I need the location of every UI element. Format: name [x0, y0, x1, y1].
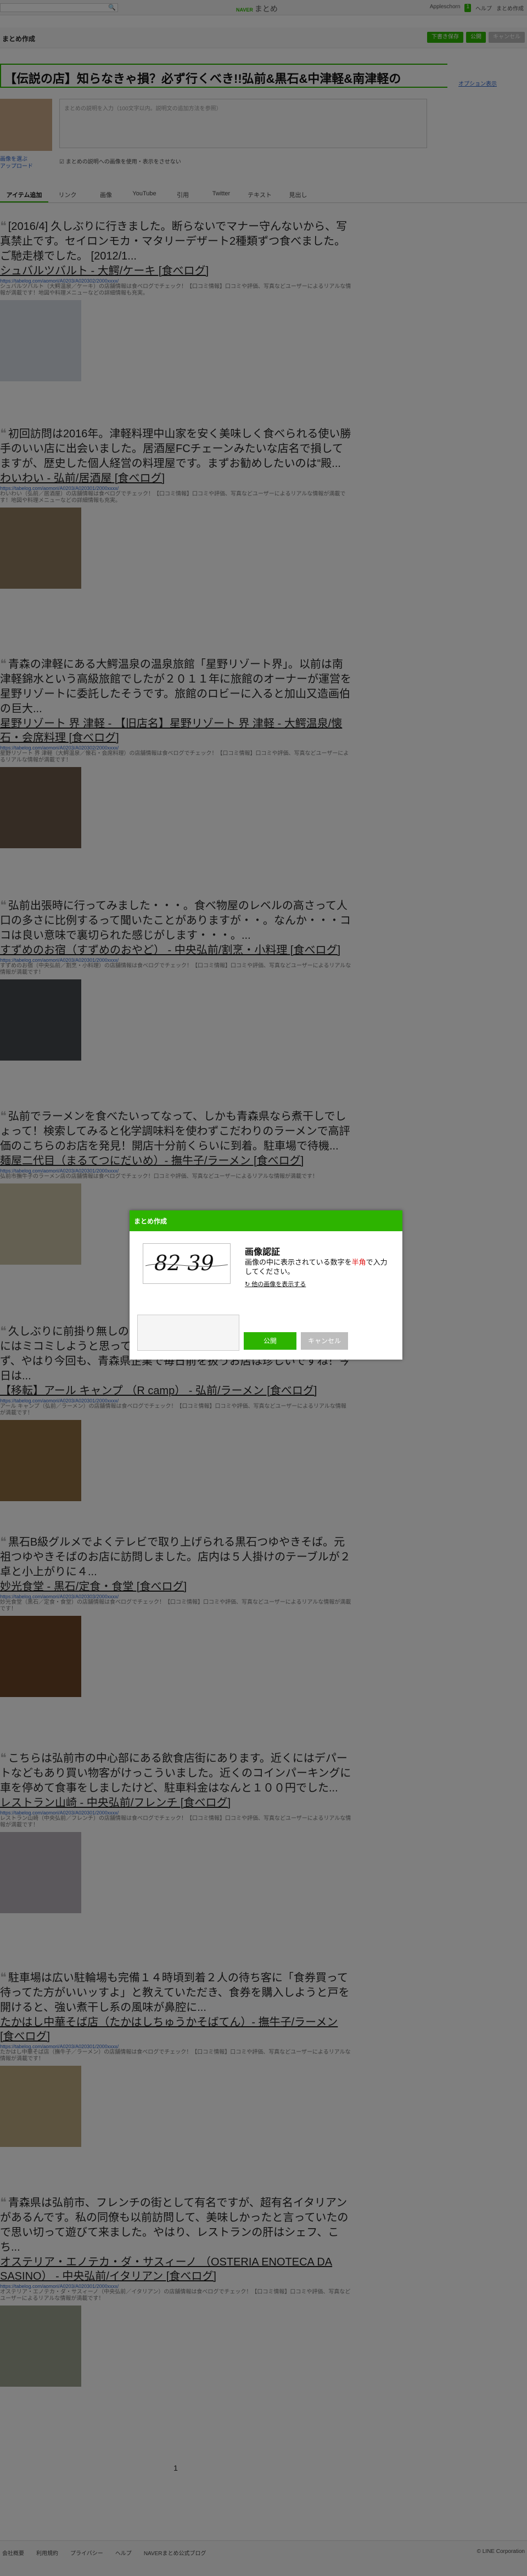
captcha-halfwidth-emphasis: 半角 — [351, 1258, 366, 1266]
captcha-input[interactable] — [137, 1315, 239, 1351]
captcha-cancel-button[interactable]: キャンセル — [301, 1332, 348, 1350]
captcha-submit-button[interactable]: 公開 — [244, 1332, 296, 1350]
captcha-dialog: まとめ作成 82 39 画像認証 画像の中に表示されている数字を半角で入力してく… — [130, 1210, 402, 1360]
captcha-instructions: 画像の中に表示されている数字を半角で入力してください。 — [245, 1258, 393, 1276]
captcha-instructions-text: 画像の中に表示されている数字を — [245, 1258, 352, 1266]
captcha-text: 82 39 — [154, 1251, 214, 1275]
captcha-title: 画像認証 — [245, 1248, 281, 1257]
captcha-image: 82 39 — [143, 1243, 231, 1284]
refresh-icon[interactable]: ↻ — [245, 1281, 250, 1288]
dialog-header: まとめ作成 — [130, 1210, 402, 1231]
captcha-refresh-label: 他の画像を表示する — [251, 1281, 306, 1288]
captcha-refresh-link[interactable]: ↻ 他の画像を表示する — [245, 1279, 306, 1288]
captcha-digits: 82 39 — [145, 1251, 228, 1275]
